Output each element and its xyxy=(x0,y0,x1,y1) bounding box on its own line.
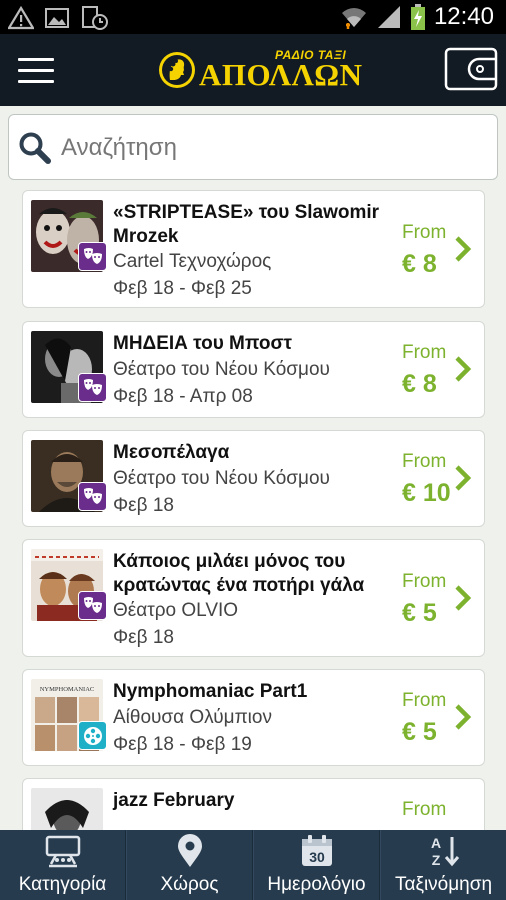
event-card[interactable]: Μεσοπέλαγα Θέατρο του Νέου Κόσμου Φεβ 18… xyxy=(22,430,485,527)
image-icon xyxy=(45,8,69,28)
svg-text:Z: Z xyxy=(431,852,440,868)
app-logo: ΡΑΔΙΟ ΤΑΞΙ ΑΠΟΛΛΩΝ xyxy=(157,48,362,92)
cinema-icon xyxy=(78,721,107,750)
event-venue: Αίθουσα Ολύμπιον xyxy=(113,707,272,728)
event-price: € 5 xyxy=(402,718,437,746)
price-from-label: From xyxy=(402,571,447,592)
event-price: € 8 xyxy=(402,250,437,278)
warning-icon xyxy=(8,6,34,30)
event-title: «STRIPTEASE» του Slawomir Mrozek xyxy=(113,202,380,247)
price-from-label: From xyxy=(402,451,447,472)
event-price: € 10 xyxy=(402,479,451,507)
calendar-day: 30 xyxy=(309,849,325,865)
calendar-icon: 30 xyxy=(301,835,332,866)
category-icon xyxy=(45,835,80,868)
wallet-icon xyxy=(444,47,498,91)
status-bar: 12:40 xyxy=(0,0,506,34)
clock: 12:40 xyxy=(433,3,494,30)
price-from-label: From xyxy=(402,222,447,243)
nav-label: Ταξινόμηση xyxy=(394,874,493,895)
search-icon xyxy=(19,132,51,164)
chevron-right-icon xyxy=(455,356,472,382)
nav-sort-button[interactable]: A Z Ταξινόμηση xyxy=(380,830,506,900)
event-venue: Θέατρο του Νέου Κόσμου xyxy=(113,468,330,489)
menu-icon-line xyxy=(18,80,54,83)
nav-venue-button[interactable]: Χώρος xyxy=(126,830,253,900)
event-thumbnail xyxy=(31,788,103,830)
theatre-icon xyxy=(78,482,107,511)
event-title: Nymphomaniac Part1 xyxy=(113,681,308,702)
svg-text:A: A xyxy=(430,835,440,851)
logo-title: ΑΠΟΛΛΩΝ xyxy=(199,57,363,92)
nav-label: Χώρος xyxy=(160,874,219,895)
event-venue: Θέατρο του Νέου Κόσμου xyxy=(113,359,330,380)
chevron-right-icon xyxy=(455,585,472,611)
storage-clock-icon xyxy=(82,6,108,30)
event-card[interactable]: ΜΗΔΕΙΑ του Μποστ Θέατρο του Νέου Κόσμου … xyxy=(22,321,485,418)
apollo-head-icon xyxy=(159,52,195,88)
event-title: Κάποιος μιλάει μόνος του κρατώντας ένα π… xyxy=(113,551,365,596)
menu-icon-line xyxy=(18,58,54,61)
app-header: ΡΑΔΙΟ ΤΑΞΙ ΑΠΟΛΛΩΝ xyxy=(0,34,506,106)
event-venue: Cartel Τεχνοχώρος xyxy=(113,251,272,272)
wallet-button[interactable] xyxy=(444,46,498,92)
signal-icon xyxy=(377,6,400,28)
event-card[interactable]: «STRIPTEASE» του Slawomir Mrozek Cartel … xyxy=(22,190,485,308)
theatre-icon xyxy=(78,373,107,402)
search-input[interactable] xyxy=(61,125,481,171)
theatre-icon xyxy=(78,242,107,271)
event-dates: Φεβ 18 xyxy=(113,495,174,516)
nav-category-button[interactable]: Κατηγορία xyxy=(0,830,126,900)
event-card[interactable]: NYMPHOMANIAC Nymphomaniac Part1 Αίθουσα … xyxy=(22,669,485,766)
event-price: € 5 xyxy=(402,599,437,627)
chevron-right-icon xyxy=(455,704,472,730)
event-price: € 8 xyxy=(402,370,437,398)
event-venue: Θέατρο OLVIO xyxy=(113,600,239,621)
nav-label: Ημερολόγιο xyxy=(267,874,366,895)
hamburger-menu-button[interactable] xyxy=(18,58,54,84)
event-title: Μεσοπέλαγα xyxy=(113,442,230,463)
battery-charging-icon xyxy=(410,4,425,30)
price-from-label: From xyxy=(402,342,447,363)
search-bar[interactable] xyxy=(8,114,498,180)
event-list[interactable]: «STRIPTEASE» του Slawomir Mrozek Cartel … xyxy=(0,180,506,830)
event-dates: Φεβ 18 - Φεβ 25 xyxy=(113,278,252,299)
price-from-label: From xyxy=(402,690,447,711)
sort-az-icon: A Z xyxy=(430,835,459,868)
theatre-icon xyxy=(78,591,107,620)
poster-title: NYMPHOMANIAC xyxy=(40,686,95,693)
event-title: ΜΗΔΕΙΑ του Μποστ xyxy=(113,333,292,354)
event-card[interactable]: jazz February From xyxy=(22,778,485,830)
event-dates: Φεβ 18 - Απρ 08 xyxy=(113,386,253,407)
event-dates: Φεβ 18 - Φεβ 19 xyxy=(113,734,252,755)
chevron-right-icon xyxy=(455,236,472,262)
wifi-icon xyxy=(341,8,366,29)
price-from-label: From xyxy=(402,799,447,820)
event-card[interactable]: Κάποιος μιλάει μόνος του κρατώντας ένα π… xyxy=(22,539,485,657)
event-title: jazz February xyxy=(113,790,235,811)
menu-icon-line xyxy=(18,69,54,72)
chevron-right-icon xyxy=(455,465,472,491)
nav-label: Κατηγορία xyxy=(18,874,107,895)
event-dates: Φεβ 18 xyxy=(113,627,174,648)
location-pin-icon xyxy=(177,834,202,867)
bottom-navigation: Κατηγορία Χώρος 30 Ημερολόγιο A Z Ταξινό… xyxy=(0,830,506,900)
nav-calendar-button[interactable]: 30 Ημερολόγιο xyxy=(253,830,380,900)
